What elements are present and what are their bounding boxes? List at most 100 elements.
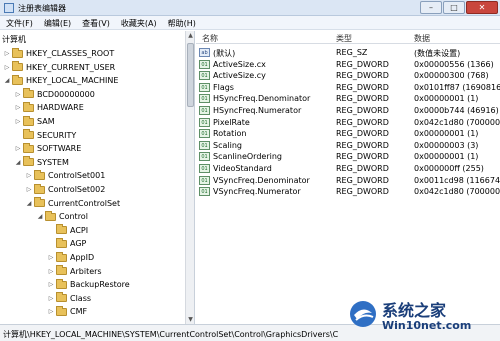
dword-value-icon: 01 [199, 129, 210, 139]
value-type: REG_DWORD [336, 71, 389, 81]
value-row[interactable]: 01 HSyncFreq.Denominator REG_DWORD 0x000000… [196, 93, 500, 105]
values-list-header: 名称 类型 数据 [196, 31, 500, 44]
maximize-button[interactable]: □ [443, 1, 465, 14]
watermark-site-name: 系统之家 [382, 301, 447, 320]
value-row[interactable]: 01 VSyncFreq.Numerator REG_DWORD 0x042c1d80… [196, 186, 500, 198]
value-type: REG_DWORD [336, 140, 389, 150]
column-header-name[interactable]: 名称 [202, 33, 218, 44]
tree-item[interactable]: ▷ CMF [46, 305, 87, 318]
value-row[interactable]: 01 HSyncFreq.Numerator REG_DWORD 0x0000b744… [196, 105, 500, 117]
value-row[interactable]: ab (默认) REG_SZ (数值未设置) [196, 47, 500, 59]
registry-tree-pane: 计算机 ▷ HKEY_CLASSES_ROOT ▷ HKEY_CURRENT_USER… [0, 31, 195, 324]
expand-toggle-icon[interactable]: ◢ [13, 159, 23, 166]
tree-item[interactable]: ▷ BCD00000000 [13, 88, 95, 101]
expand-toggle-icon[interactable]: ◢ [2, 77, 12, 84]
value-name: ScanlineOrdering [213, 152, 282, 162]
folder-icon [56, 278, 67, 289]
expand-toggle-icon[interactable]: ▷ [2, 50, 12, 57]
column-header-type[interactable]: 类型 [336, 33, 352, 44]
expand-toggle-icon[interactable]: ▷ [13, 91, 23, 98]
minimize-button[interactable]: – [420, 1, 442, 14]
tree-item[interactable]: ▷ ControlSet001 [24, 169, 105, 182]
expand-toggle-icon[interactable]: ◢ [35, 213, 45, 220]
tree-item-label: BackupRestore [70, 280, 130, 290]
expand-toggle-icon[interactable]: ▷ [13, 118, 23, 125]
tree-item[interactable]: ▷ AppID [46, 251, 94, 264]
expand-toggle-icon[interactable]: ▷ [46, 254, 56, 261]
tree-item[interactable]: ▷ HKEY_CLASSES_ROOT [2, 47, 114, 60]
value-name: HSyncFreq.Numerator [213, 106, 302, 115]
tree-item[interactable]: ACPI [46, 224, 88, 237]
tree-item-label: SAM [37, 117, 55, 126]
value-data: 0x0011cd98 (1166744 [414, 175, 500, 185]
value-row[interactable]: 01 Rotation REG_DWORD 0x00000001 (1) [196, 128, 500, 140]
value-row[interactable]: 01 ActiveSize.cy REG_DWORD 0x00000300 (768) [196, 70, 500, 82]
folder-icon [23, 115, 34, 126]
tree-item-label: ControlSet002 [48, 185, 106, 194]
tree-item[interactable]: ▷ Class [46, 292, 91, 305]
value-type: REG_DWORD [336, 187, 389, 197]
tree-item[interactable]: ▷ BackupRestore [46, 278, 130, 291]
value-name: HSyncFreq.Denominator [213, 94, 311, 104]
tree-item[interactable]: AGP [46, 237, 86, 250]
expand-toggle-icon[interactable]: ▷ [46, 308, 56, 315]
tree-item[interactable]: ▷ SOFTWARE [13, 142, 81, 155]
scroll-thumb[interactable] [187, 43, 194, 107]
tree-item-label: HKEY_CLASSES_ROOT [26, 49, 115, 58]
value-type: REG_SZ [336, 48, 368, 57]
value-name: VSyncFreq.Denominator [213, 175, 310, 185]
expand-toggle-icon[interactable]: ▷ [13, 104, 23, 111]
tree-item[interactable]: ◢ HKEY_LOCAL_MACHINE [2, 74, 118, 87]
tree-item[interactable]: ▷ HKEY_CURRENT_USER [2, 61, 115, 74]
folder-icon [12, 47, 23, 58]
menu-file[interactable]: 文件(F) [0, 16, 38, 29]
value-data: 0x042c1d80 (7000000 [414, 187, 500, 197]
value-row[interactable]: 01 Flags REG_DWORD 0x0101ff87 (16908167 [196, 82, 500, 94]
tree-item[interactable]: ◢ Control [35, 210, 88, 223]
folder-icon [23, 156, 34, 167]
folder-icon [23, 142, 34, 153]
expand-toggle-icon[interactable]: ▷ [46, 281, 56, 288]
value-row[interactable]: 01 Scaling REG_DWORD 0x00000003 (3) [196, 140, 500, 152]
tree-item[interactable]: ▷ ControlSet002 [24, 183, 105, 196]
value-row[interactable]: 01 VideoStandard REG_DWORD 0x000000ff (255) [196, 163, 500, 175]
tree-item[interactable]: ◢ CurrentControlSet [24, 197, 120, 210]
close-button[interactable]: ✕ [466, 1, 498, 14]
value-row[interactable]: 01 ScanlineOrdering REG_DWORD 0x00000001 (1… [196, 151, 500, 163]
tree-item-label: CMF [70, 307, 88, 317]
scroll-up-arrow-icon[interactable]: ▲ [186, 31, 194, 40]
menu-help[interactable]: 帮助(H) [162, 16, 201, 29]
expand-toggle-icon[interactable]: ▷ [46, 295, 56, 302]
tree-item[interactable]: ▷ HARDWARE [13, 101, 84, 114]
tree-scrollbar[interactable]: ▲ ▼ [185, 31, 194, 324]
column-header-data[interactable]: 数据 [414, 33, 430, 44]
tree-item-label: AppID [70, 253, 95, 262]
menu-favorites[interactable]: 收藏夹(A) [115, 16, 162, 29]
tree-item[interactable]: ▷ SAM [13, 115, 55, 128]
expand-toggle-icon[interactable]: ◢ [24, 200, 34, 207]
tree-item[interactable]: ◢ SYSTEM [13, 156, 69, 169]
scroll-down-arrow-icon[interactable]: ▼ [186, 315, 194, 324]
expand-toggle-icon[interactable]: ▷ [24, 172, 34, 179]
expand-toggle-icon[interactable]: ▷ [2, 64, 12, 71]
folder-icon [34, 197, 45, 208]
menu-view[interactable]: 查看(V) [76, 16, 115, 29]
value-row[interactable]: 01 VSyncFreq.Denominator REG_DWORD 0x0011cd… [196, 175, 500, 187]
value-row[interactable]: 01 ActiveSize.cx REG_DWORD 0x00000556 (1366… [196, 59, 500, 71]
dword-value-icon: 01 [199, 187, 210, 197]
tree-item[interactable]: ▷ Arbiters [46, 265, 102, 278]
expand-toggle-icon[interactable]: ▷ [46, 268, 56, 275]
value-data: 0x000000ff (255) [414, 164, 484, 173]
expand-toggle-icon[interactable]: ▷ [13, 145, 23, 152]
tree-item[interactable]: SECURITY [13, 129, 76, 142]
folder-icon [23, 129, 34, 140]
value-type: REG_DWORD [336, 152, 389, 162]
tree-root-computer[interactable]: 计算机 [2, 34, 26, 45]
value-row[interactable]: 01 PixelRate REG_DWORD 0x042c1d80 (7000000 [196, 117, 500, 129]
value-data: 0x00000003 (3) [414, 140, 479, 150]
expand-toggle-icon[interactable]: ▷ [24, 186, 34, 193]
folder-icon [56, 292, 67, 303]
dword-value-icon: 01 [199, 71, 210, 81]
menu-edit[interactable]: 编辑(E) [38, 16, 76, 29]
folder-icon [56, 305, 67, 316]
